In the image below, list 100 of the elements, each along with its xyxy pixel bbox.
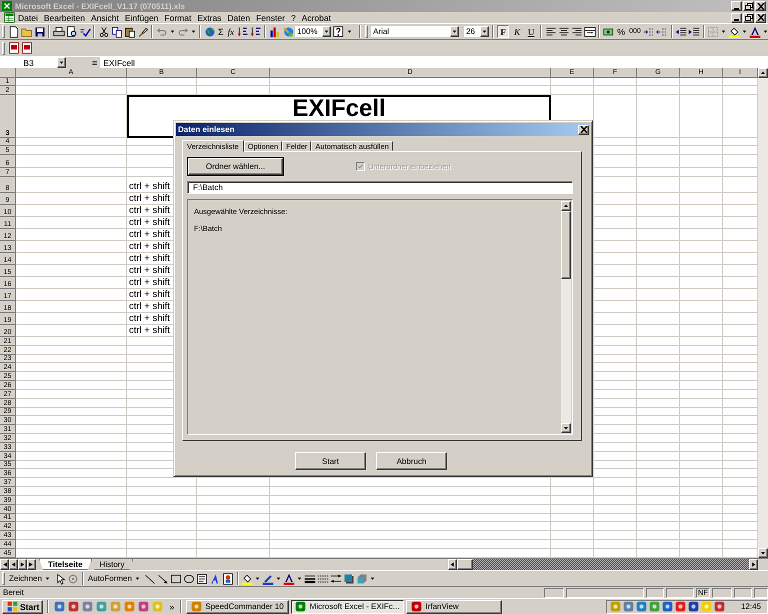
table-cell[interactable] <box>594 496 637 505</box>
app-icon[interactable] <box>68 601 79 612</box>
table-cell[interactable] <box>680 78 723 86</box>
table-cell[interactable] <box>16 398 127 408</box>
table-cell[interactable] <box>594 146 637 155</box>
table-cell[interactable] <box>594 434 637 443</box>
merge-cells-icon[interactable] <box>584 26 596 38</box>
table-cell[interactable] <box>680 229 723 241</box>
table-cell[interactable] <box>16 408 127 416</box>
indent-icon[interactable] <box>688 26 700 38</box>
dialog-button[interactable]: Start <box>295 452 366 470</box>
fill-color-icon[interactable] <box>241 572 254 584</box>
table-cell[interactable] <box>594 548 637 558</box>
restore-button[interactable] <box>743 1 754 11</box>
table-cell[interactable] <box>16 548 127 558</box>
line-style-icon[interactable] <box>304 572 316 584</box>
table-cell[interactable] <box>16 514 127 522</box>
table-cell[interactable] <box>637 372 680 382</box>
open-folder-icon[interactable] <box>20 26 32 38</box>
new-file-icon[interactable] <box>8 26 20 38</box>
table-cell[interactable] <box>637 398 680 408</box>
table-cell[interactable] <box>197 496 270 505</box>
dropdown-button[interactable] <box>57 57 66 68</box>
brush-icon[interactable] <box>136 26 148 38</box>
pdf-icon[interactable] <box>8 42 20 54</box>
dropdown-button[interactable] <box>450 26 460 37</box>
align-right-icon[interactable] <box>570 26 583 38</box>
formula-field[interactable]: EXIFcell <box>100 56 768 68</box>
table-cell[interactable] <box>594 416 637 426</box>
table-cell[interactable] <box>594 531 637 540</box>
table-cell[interactable] <box>594 277 637 289</box>
table-cell[interactable] <box>127 504 197 514</box>
table-cell[interactable] <box>594 337 637 346</box>
table-cell[interactable] <box>637 95 680 138</box>
table-cell[interactable] <box>637 177 680 193</box>
table-cell[interactable] <box>127 531 197 540</box>
table-cell[interactable] <box>637 337 680 346</box>
table-cell[interactable] <box>680 138 723 146</box>
font-field[interactable]: Arial <box>370 25 460 38</box>
table-cell[interactable] <box>637 487 680 496</box>
table-cell[interactable] <box>594 514 637 522</box>
table-cell[interactable] <box>680 301 723 313</box>
table-cell[interactable] <box>16 434 127 443</box>
table-cell[interactable] <box>16 253 127 265</box>
table-cell[interactable] <box>127 478 197 488</box>
table-cell[interactable] <box>16 277 127 289</box>
font-color-icon[interactable] <box>283 572 296 584</box>
tray-icon[interactable] <box>623 601 634 612</box>
table-cell[interactable] <box>637 504 680 514</box>
printer-icon[interactable] <box>52 26 64 38</box>
table-cell[interactable] <box>680 265 723 277</box>
table-cell[interactable] <box>594 313 637 325</box>
table-cell[interactable] <box>551 86 594 95</box>
underline-button[interactable]: U <box>525 25 538 38</box>
table-cell[interactable] <box>16 78 127 86</box>
restore-button[interactable] <box>743 12 754 22</box>
table-cell[interactable] <box>680 363 723 372</box>
table-cell[interactable] <box>16 442 127 452</box>
table-cell[interactable] <box>637 548 680 558</box>
line-icon[interactable] <box>144 572 156 584</box>
table-cell[interactable] <box>637 301 680 313</box>
table-cell[interactable] <box>637 289 680 301</box>
taskbar-button[interactable]: IrfanView <box>406 600 502 614</box>
sum-button[interactable]: Σ <box>216 26 226 36</box>
table-cell[interactable] <box>551 540 594 549</box>
table-cell[interactable] <box>637 408 680 416</box>
app-icon[interactable] <box>124 601 135 612</box>
spellcheck-icon[interactable] <box>78 26 90 38</box>
borders-icon[interactable] <box>707 26 720 38</box>
table-cell[interactable] <box>637 442 680 452</box>
table-cell[interactable] <box>16 496 127 505</box>
table-cell[interactable] <box>637 460 680 470</box>
save-icon[interactable] <box>34 26 46 38</box>
table-cell[interactable] <box>16 155 127 168</box>
table-cell[interactable] <box>680 531 723 540</box>
table-cell[interactable] <box>16 372 127 382</box>
table-cell[interactable] <box>680 548 723 558</box>
text-box-icon[interactable] <box>196 572 208 584</box>
bar-chart-icon[interactable] <box>268 26 281 38</box>
table-cell[interactable] <box>680 540 723 549</box>
table-cell[interactable] <box>16 265 127 277</box>
table-cell[interactable] <box>16 460 127 470</box>
paste-icon[interactable] <box>124 26 136 38</box>
table-cell[interactable] <box>197 548 270 558</box>
table-cell[interactable] <box>551 548 594 558</box>
scroll-right-button[interactable] <box>749 559 758 570</box>
increase-decimal-icon[interactable] <box>643 26 656 38</box>
table-cell[interactable] <box>680 469 723 478</box>
table-cell[interactable] <box>637 540 680 549</box>
table-cell[interactable] <box>680 452 723 461</box>
table-cell[interactable] <box>680 346 723 355</box>
table-cell[interactable] <box>594 95 637 138</box>
table-cell[interactable] <box>16 325 127 337</box>
close-button[interactable] <box>755 1 766 11</box>
table-cell[interactable] <box>16 346 127 355</box>
table-cell[interactable] <box>680 496 723 505</box>
italic-button[interactable]: K <box>511 25 524 38</box>
table-cell[interactable] <box>680 442 723 452</box>
table-cell[interactable] <box>16 531 127 540</box>
app-icon[interactable] <box>295 601 306 612</box>
